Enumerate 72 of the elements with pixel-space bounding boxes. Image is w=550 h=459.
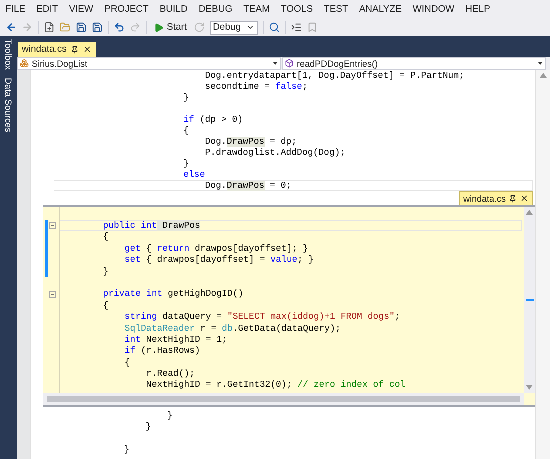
indent-icon[interactable] [291,22,302,33]
code-line: if (r.HasRows) [124,345,202,357]
configuration-dropdown[interactable]: Debug [210,20,258,34]
code-line: r.Read(); [145,368,196,380]
scroll-up-icon[interactable] [526,210,533,215]
menu-item[interactable]: WINDOW [407,4,460,15]
code-line: set { drawpos[dayoffset] = value; } [124,254,315,266]
code-line: { [124,356,132,368]
pin-icon[interactable] [509,194,517,202]
scroll-up-icon[interactable] [540,73,546,78]
code-line: NextHighID = r.GetInt32(0); // zero index of col [145,379,407,391]
new-file-icon[interactable] [44,22,55,33]
code-line: private int getHighDogID() [102,288,245,300]
code-line: } [182,158,190,169]
menu-item[interactable]: VIEW [64,4,99,15]
menu-item[interactable]: FILE [0,4,32,15]
type-dropdown[interactable]: Sirius.DogList [17,57,281,70]
menu-item[interactable]: HELP [460,4,496,15]
code-line: Dog.entrydatapart[1, Dog.DayOffset] = P.PartNum; [204,70,466,81]
pin-icon[interactable] [70,46,79,54]
code-line: Dog.DrawPos = 0; [54,180,533,191]
menu-item[interactable]: PROJECT [98,4,154,15]
caret-icon [273,62,278,65]
play-icon [154,22,164,32]
undo-icon[interactable] [114,22,125,33]
caret-icon [538,62,543,65]
scroll-down-icon[interactable] [526,385,533,390]
collapse-icon[interactable] [49,222,56,230]
close-icon[interactable] [520,194,529,203]
side-tab[interactable]: Data Sources [4,78,14,133]
menu-item[interactable]: BUILD [154,4,194,15]
code-line: { [102,231,110,243]
code-line: { [102,300,110,312]
code-line: } [166,410,174,422]
document-tab[interactable]: windata.cs [18,42,96,57]
class-icon [20,59,29,68]
code-line: } [102,266,110,277]
close-icon[interactable] [82,45,92,54]
menu-item[interactable]: TOOLS [276,4,319,15]
menu-item[interactable]: ANALYZE [354,4,408,15]
code-line: int NextHighID = 1; [124,334,228,346]
save-icon[interactable] [76,22,87,33]
code-line: else [182,169,206,180]
member-dropdown[interactable]: readPDDogEntries() [282,57,546,70]
code-line: } [182,92,190,103]
menu-item[interactable]: TEAM [238,4,276,15]
method-icon [285,59,294,68]
code-line: { [182,125,190,136]
collapse-icon[interactable] [49,290,56,298]
code-line: SqlDataReader r = db.GetData(dataQuery); [124,322,342,334]
code-line: get { return drawpos[dayoffset]; } [124,242,310,254]
side-tab[interactable]: Toolbox [4,39,14,70]
save-all-icon[interactable] [92,22,103,33]
code-line: public int DrawPos [60,220,522,232]
code-line: secondtime = false; [204,81,309,92]
back-icon[interactable] [6,22,17,33]
peek-scrollbar[interactable] [524,207,535,393]
menu-item[interactable]: DEBUG [193,4,238,15]
vertical-scrollbar[interactable] [535,70,550,459]
horizontal-scrollbar[interactable] [43,393,524,405]
chevron-down-icon [246,23,256,32]
code-line: P.drawdoglist.AddDog(Dog); [204,147,347,158]
code-line: Dog.DrawPos = dp; [204,136,298,147]
search-icon[interactable] [269,22,280,33]
code-line: if (dp > 0) [182,114,244,125]
start-button[interactable]: Start [152,22,190,33]
peek-tab[interactable]: windata.cs [459,191,533,205]
menu-item[interactable]: TEST [318,4,354,15]
menu-item[interactable]: EDIT [31,4,64,15]
code-line: } [144,421,152,433]
code-line: } [123,444,131,456]
code-line: string dataQuery = "SELECT max(iddog)+1 FROM dogs"; [124,311,402,323]
